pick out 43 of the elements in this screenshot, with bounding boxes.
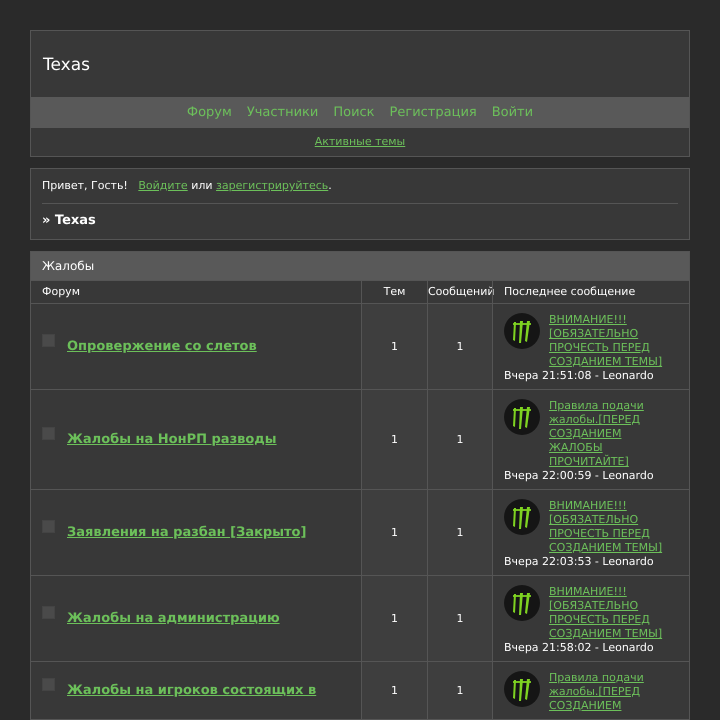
- last-post-link[interactable]: Правила подачи жалобы.[ПЕРЕД СОЗДАНИЕМ: [549, 671, 663, 713]
- register-link[interactable]: зарегистрируйтесь: [216, 179, 328, 192]
- forum-link[interactable]: Жалобы на НонРП разводы: [67, 432, 277, 447]
- count-text: 1: [456, 612, 464, 625]
- category-title: Жалобы: [31, 252, 689, 280]
- nav-link[interactable]: Участники: [246, 105, 318, 120]
- claw-logo-icon: [504, 499, 540, 535]
- last-post-meta: Вчера 22:00:59 - Leonardo: [504, 469, 655, 483]
- active-topics-link[interactable]: Активные темы: [314, 135, 406, 148]
- count-text: 1: [456, 433, 464, 446]
- claw-logo-icon: [504, 399, 540, 435]
- column-header: Последнее сообщение: [492, 280, 689, 303]
- login-link[interactable]: Войдите: [138, 179, 188, 192]
- site-title: Texas: [42, 54, 91, 77]
- breadcrumb: » Texas: [42, 212, 97, 230]
- last-post-link[interactable]: Правила подачи жалобы.[ПЕРЕД СОЗДАНИЕМ ЖАЛОБЫ ПРОЧИТАЙТЕ]: [549, 399, 663, 469]
- forum-link[interactable]: Жалобы на игроков состоящих в: [67, 683, 316, 698]
- nav-link[interactable]: Форум: [186, 105, 232, 120]
- count-text: 1: [391, 526, 398, 539]
- count-text: 1: [391, 612, 398, 625]
- count-text: 1: [456, 340, 464, 353]
- count-text: 1: [391, 433, 398, 446]
- welcome-text: Привет, Гость! Войдите или зарегистрируйтесь.: [42, 169, 678, 204]
- count-text: 1: [456, 526, 464, 539]
- forum-link[interactable]: Заявления на разбан [Закрыто]: [67, 525, 306, 540]
- forum-link[interactable]: Жалобы на администрацию: [67, 611, 280, 626]
- nav-link[interactable]: Войти: [492, 105, 534, 120]
- last-post-meta: Вчера 21:58:02 - Leonardo: [504, 641, 655, 655]
- last-post-meta: Вчера 22:03:53 - Leonardo: [504, 555, 655, 569]
- claw-logo-icon: [504, 585, 540, 621]
- nav-link[interactable]: Регистрация: [390, 105, 477, 120]
- claw-logo-icon: [504, 313, 540, 349]
- claw-logo-icon: [504, 671, 540, 707]
- count-text: 1: [391, 340, 398, 353]
- last-post-link[interactable]: ВНИМАНИЕ!!! [ОБЯЗАТЕЛЬНО ПРОЧЕСТЬ ПЕРЕД СОЗДАНИЕМ ТЕМЫ]: [549, 313, 663, 369]
- count-text: 1: [456, 684, 464, 697]
- last-post-link[interactable]: ВНИМАНИЕ!!! [ОБЯЗАТЕЛЬНО ПРОЧЕСТЬ ПЕРЕД СОЗДАНИЕМ ТЕМЫ]: [549, 585, 663, 641]
- last-post-meta: Вчера 21:51:08 - Leonardo: [504, 369, 655, 383]
- nav-link[interactable]: Поиск: [333, 105, 375, 120]
- column-header: Форум: [31, 280, 361, 303]
- count-text: 1: [391, 684, 398, 697]
- forum-link[interactable]: Опровержение со слетов: [67, 339, 257, 354]
- last-post-link[interactable]: ВНИМАНИЕ!!! [ОБЯЗАТЕЛЬНО ПРОЧЕСТЬ ПЕРЕД СОЗДАНИЕМ ТЕМЫ]: [549, 499, 663, 555]
